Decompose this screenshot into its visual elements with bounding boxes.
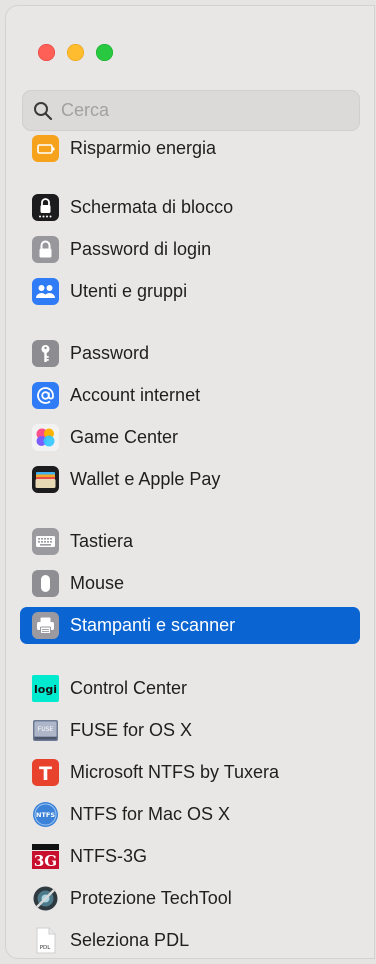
wallet-icon (32, 466, 59, 493)
game-center-icon (32, 424, 59, 451)
sidebar-item-label: Game Center (70, 427, 179, 447)
search-input[interactable] (59, 99, 343, 122)
svg-text:FUSE: FUSE (38, 726, 54, 733)
sidebar-item-ntfs-for-mac-os-x[interactable]: NTFS NTFS for Mac OS X (20, 796, 360, 833)
sidebar-item-password-di-login[interactable]: Password di login (20, 231, 360, 268)
svg-text:PDL: PDL (40, 945, 52, 951)
lock-screen-icon (32, 194, 59, 221)
ntfs-3g-icon: 3G (32, 844, 59, 870)
sidebar-item-mouse[interactable]: Mouse (20, 565, 360, 602)
sidebar-item-label: Schermata di blocco (70, 197, 234, 217)
fuse-drive-icon: FUSE (33, 720, 58, 741)
settings-window: Risparmio energia Schermata di blocco Pa… (6, 6, 374, 958)
sidebar-item-label: Control Center (70, 678, 188, 698)
sidebar-item-account-internet[interactable]: Account internet (20, 377, 360, 414)
ntfs-mac-icon: NTFS (33, 802, 58, 827)
tuxera-icon: T (32, 759, 59, 786)
sidebar-item-wallet-e-apple-pay[interactable]: Wallet e Apple Pay (20, 461, 360, 498)
sidebar-item-label: Password di login (70, 239, 212, 259)
sidebar-item-label: NTFS for Mac OS X (70, 804, 231, 824)
padlock-icon (32, 236, 59, 263)
sidebar-item-game-center[interactable]: Game Center (20, 419, 360, 456)
sidebar-item-label: Tastiera (70, 531, 134, 551)
sidebar-item-password[interactable]: Password (20, 335, 360, 372)
keyboard-icon (32, 528, 59, 555)
sidebar-item-tastiera[interactable]: Tastiera (20, 523, 360, 560)
logi-icon: logi (32, 675, 59, 702)
sidebar-list: Risparmio energia Schermata di blocco Pa… (6, 134, 374, 958)
battery-icon (32, 135, 59, 162)
sidebar-item-stampanti-e-scanner[interactable]: Stampanti e scanner (20, 607, 360, 644)
users-icon (32, 278, 59, 305)
sidebar-item-label: Wallet e Apple Pay (70, 469, 221, 489)
svg-text:NTFS: NTFS (36, 811, 55, 819)
minimize-button[interactable] (67, 44, 84, 61)
sidebar-item-label: Password (70, 343, 150, 363)
sidebar-item-label: Microsoft NTFS by Tuxera (70, 762, 280, 782)
svg-text:3G: 3G (34, 852, 57, 870)
sidebar-item-microsoft-ntfs-by-tuxera[interactable]: T Microsoft NTFS by Tuxera (20, 754, 360, 791)
sidebar-item-ntfs-3g[interactable]: 3G NTFS-3G (20, 838, 360, 875)
svg-text:T: T (39, 763, 52, 785)
sidebar-item-label: Seleziona PDL (70, 930, 190, 950)
sidebar-item-fuse-for-os-x[interactable]: FUSE FUSE for OS X (20, 712, 360, 749)
sidebar-item-seleziona-pdl[interactable]: PDL Seleziona PDL (20, 922, 360, 958)
sidebar-item-label: Protezione TechTool (70, 888, 232, 908)
sidebar-item-label: NTFS-3G (70, 846, 148, 866)
search-field[interactable] (22, 90, 360, 131)
sidebar-item-control-center[interactable]: logi Control Center (20, 670, 360, 707)
sidebar-item-label: Stampanti e scanner (70, 615, 236, 635)
window-controls (38, 44, 113, 61)
key-icon (32, 340, 59, 367)
sidebar-item-utenti-e-gruppi[interactable]: Utenti e gruppi (20, 273, 360, 310)
sidebar-item-protezione-techtool[interactable]: Protezione TechTool (20, 880, 360, 917)
sidebar-item-label: FUSE for OS X (70, 720, 193, 740)
at-sign-icon (32, 382, 59, 409)
printer-icon (32, 612, 59, 639)
sidebar-item-label: Account internet (70, 385, 201, 405)
mouse-icon (32, 570, 59, 597)
techtool-icon (33, 886, 58, 911)
sidebar-item-label: Mouse (70, 573, 125, 593)
zoom-button[interactable] (96, 44, 113, 61)
pdl-document-icon: PDL (36, 927, 56, 954)
sidebar-item-label: Risparmio energia (70, 138, 217, 158)
sidebar-item-risparmio-energia[interactable]: Risparmio energia (20, 134, 360, 167)
sidebar-item-schermata-di-blocco[interactable]: Schermata di blocco (20, 189, 360, 226)
close-button[interactable] (38, 44, 55, 61)
search-icon (34, 101, 53, 120)
sidebar-item-label: Utenti e gruppi (70, 281, 188, 301)
svg-text:logi: logi (34, 683, 57, 696)
